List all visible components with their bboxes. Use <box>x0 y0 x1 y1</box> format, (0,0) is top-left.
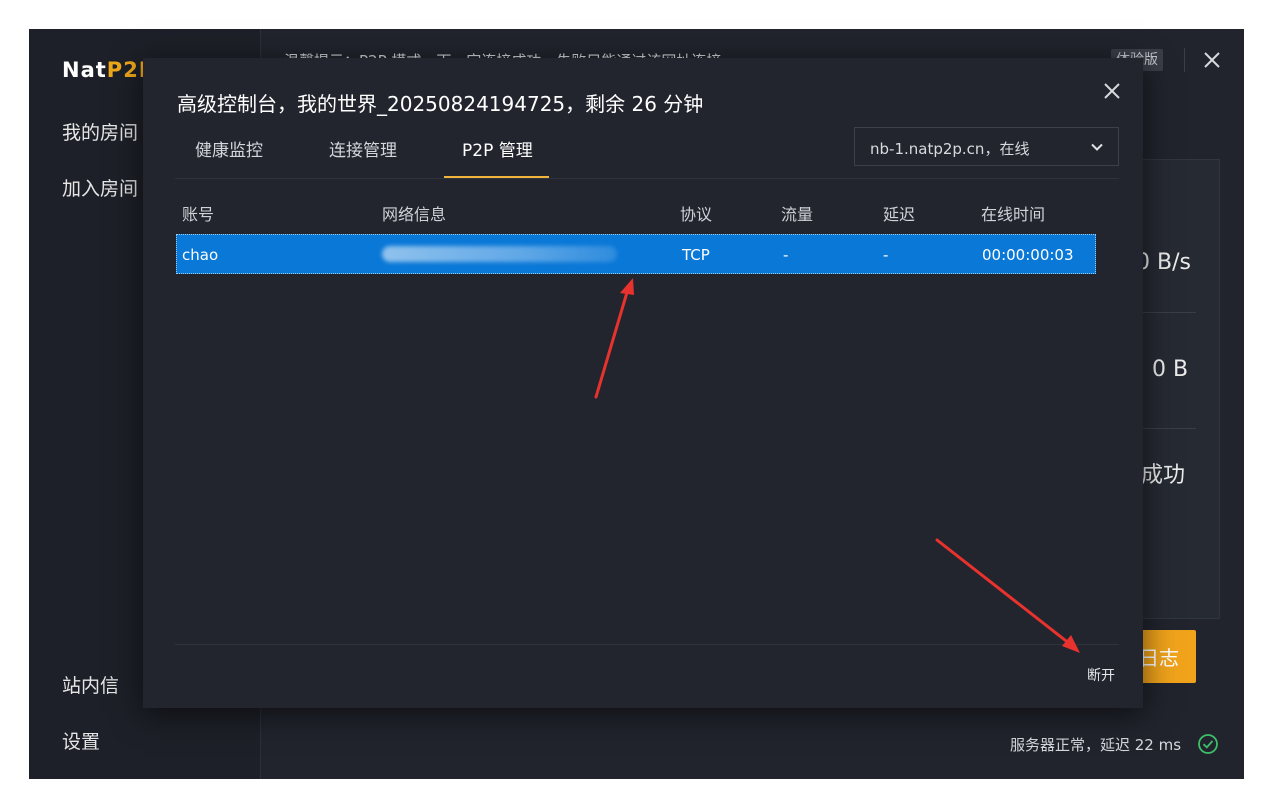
tab-health-monitor[interactable]: 健康监控 <box>195 136 263 161</box>
connection-status-value: 成功 <box>1141 463 1186 488</box>
server-select-value: nb-1.natp2p.cn，在线 <box>870 140 1030 158</box>
check-circle-icon <box>1198 734 1218 754</box>
sidebar-item-join-room[interactable]: 加入房间 <box>62 174 138 201</box>
divider <box>1184 48 1185 72</box>
dialog-close-icon[interactable] <box>1102 81 1122 101</box>
divider <box>1136 428 1196 429</box>
advanced-console-dialog: 高级控制台，我的世界_20250824194725，剩余 26 分钟 健康监控 … <box>143 58 1143 708</box>
cell-protocol: TCP <box>682 246 710 264</box>
sidebar-item-messages[interactable]: 站内信 <box>62 671 119 698</box>
column-header-protocol[interactable]: 协议 <box>680 201 712 225</box>
divider <box>175 178 1119 179</box>
divider <box>1136 312 1196 313</box>
table-row[interactable]: chao TCP - - 00:00:00:03 <box>176 234 1096 274</box>
chevron-down-icon <box>1091 143 1103 151</box>
sidebar-item-settings[interactable]: 设置 <box>62 727 100 754</box>
column-header-account[interactable]: 账号 <box>182 201 214 225</box>
disconnect-button[interactable]: 断开 <box>1087 665 1115 685</box>
speed-value: 0 B/s <box>1136 250 1191 275</box>
server-status-text: 服务器正常，延迟 22 ms <box>1010 736 1182 754</box>
cell-traffic: - <box>783 246 789 264</box>
redacted-network-info <box>382 246 617 262</box>
traffic-value: 0 B <box>1152 357 1189 382</box>
app-logo: NatP2P <box>62 58 156 82</box>
cell-online-time: 00:00:00:03 <box>982 246 1074 264</box>
column-header-network-info[interactable]: 网络信息 <box>382 201 446 225</box>
cell-account: chao <box>182 246 219 264</box>
sidebar-item-my-rooms[interactable]: 我的房间 <box>62 118 138 145</box>
divider <box>175 644 1119 645</box>
column-header-latency[interactable]: 延迟 <box>883 201 915 225</box>
column-header-online-time[interactable]: 在线时间 <box>981 201 1045 225</box>
window-close-icon[interactable] <box>1201 49 1223 71</box>
tab-p2p-management[interactable]: P2P 管理 <box>462 136 533 161</box>
column-header-traffic[interactable]: 流量 <box>781 201 813 225</box>
cell-latency: - <box>883 246 889 264</box>
tab-connection-management[interactable]: 连接管理 <box>329 136 397 161</box>
server-select[interactable]: nb-1.natp2p.cn，在线 <box>854 127 1119 166</box>
dialog-title: 高级控制台，我的世界_20250824194725，剩余 26 分钟 <box>177 92 704 116</box>
